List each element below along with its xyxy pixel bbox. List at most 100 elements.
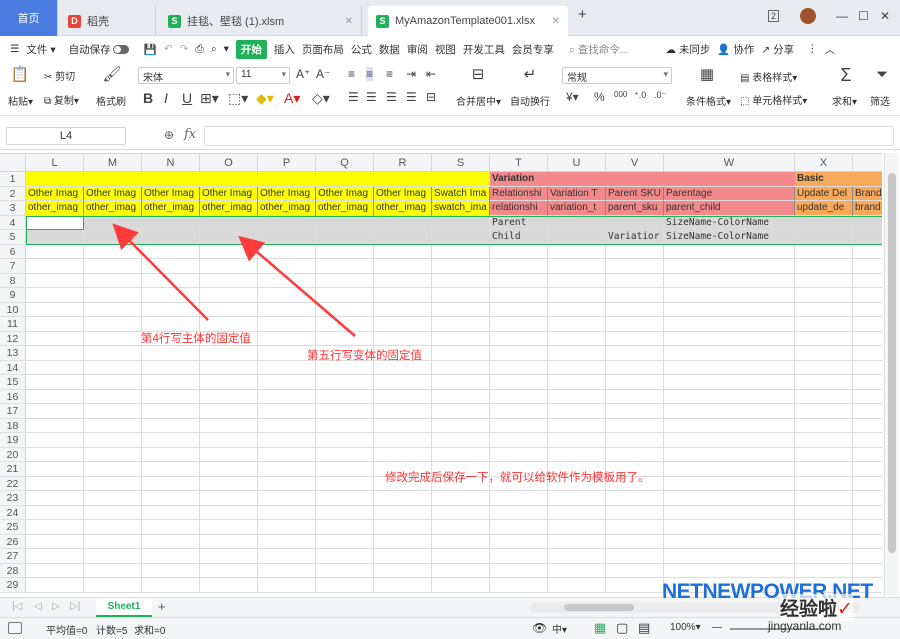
cell[interactable] [84, 578, 142, 593]
cell[interactable] [142, 273, 200, 288]
cell[interactable] [200, 375, 258, 390]
cell[interactable]: Variatior [606, 230, 664, 245]
cell[interactable] [26, 476, 84, 491]
row-header[interactable]: 12 [0, 331, 26, 346]
thousands-button[interactable]: 000 [614, 90, 627, 99]
cell[interactable] [548, 288, 606, 303]
cell[interactable] [853, 390, 882, 404]
align-right-icon[interactable]: ☰ [386, 90, 397, 104]
indent-icon[interactable]: ⇥ [406, 67, 416, 81]
cell[interactable] [548, 549, 606, 564]
cell[interactable] [490, 491, 548, 506]
cell[interactable] [664, 346, 795, 361]
cell[interactable] [853, 259, 882, 274]
next-sheet-icon[interactable]: ▷ [52, 601, 60, 612]
cell[interactable]: other_imag [258, 201, 316, 216]
cell[interactable] [142, 534, 200, 549]
cell[interactable] [606, 302, 664, 317]
cell[interactable] [795, 476, 853, 491]
justify-icon[interactable]: ☰ [406, 90, 417, 104]
cell[interactable] [84, 563, 142, 578]
cell[interactable] [374, 505, 432, 520]
cell[interactable] [258, 462, 316, 477]
cell[interactable] [606, 244, 664, 259]
cell[interactable] [142, 418, 200, 433]
increase-decimal-icon[interactable]: ⁺.0 [634, 90, 646, 101]
cell[interactable] [795, 534, 853, 549]
row-header[interactable]: 2 [0, 186, 26, 201]
cell[interactable] [432, 549, 490, 564]
name-box[interactable]: L4 [6, 127, 126, 145]
cell[interactable] [606, 404, 664, 419]
cell[interactable] [26, 578, 84, 593]
merge-center-icon[interactable]: ⊟ [468, 65, 488, 85]
cell[interactable] [490, 549, 548, 564]
cell[interactable] [432, 302, 490, 317]
column-header[interactable]: O [200, 154, 258, 172]
bold-button[interactable]: B [143, 90, 153, 106]
cell[interactable] [664, 433, 795, 448]
cell[interactable] [664, 491, 795, 506]
cell[interactable] [606, 360, 664, 375]
unsync-button[interactable]: ☁ 未同步 [665, 42, 710, 57]
cell[interactable] [664, 476, 795, 491]
cell[interactable] [26, 244, 84, 259]
cell[interactable] [853, 375, 882, 390]
cell[interactable] [853, 245, 882, 259]
cell[interactable] [795, 491, 853, 506]
conditional-format-button[interactable]: 条件格式▾ [686, 93, 731, 108]
row-header[interactable]: 26 [0, 534, 26, 549]
cell[interactable] [26, 331, 84, 346]
cell[interactable] [200, 346, 258, 361]
cell[interactable] [374, 375, 432, 390]
cell[interactable] [142, 433, 200, 448]
cell[interactable] [432, 447, 490, 462]
cell[interactable] [664, 288, 795, 303]
formula-input[interactable] [204, 126, 894, 146]
cell[interactable] [84, 317, 142, 332]
cell[interactable] [200, 302, 258, 317]
row-header[interactable]: 23 [0, 491, 26, 506]
cell[interactable] [316, 230, 374, 245]
language-icon[interactable]: 中▾ [552, 621, 567, 636]
cell[interactable] [853, 404, 882, 419]
cell[interactable] [26, 172, 84, 187]
cell[interactable] [853, 230, 882, 245]
cell[interactable] [84, 491, 142, 506]
cell[interactable] [548, 317, 606, 332]
menu-formula[interactable]: 公式 [351, 42, 372, 57]
cell[interactable]: SizeName-ColorName [664, 215, 795, 230]
cell[interactable] [258, 578, 316, 593]
align-left-icon[interactable]: ☰ [348, 90, 359, 104]
prev-sheet-icon[interactable]: ◁ [34, 601, 42, 612]
cell[interactable] [490, 375, 548, 390]
cell[interactable] [432, 578, 490, 593]
cell[interactable] [200, 404, 258, 419]
redo-icon[interactable]: ↷ [180, 43, 189, 55]
cell[interactable] [142, 346, 200, 361]
cell[interactable] [200, 433, 258, 448]
cell[interactable] [490, 346, 548, 361]
cell[interactable] [853, 361, 882, 375]
cell[interactable] [84, 462, 142, 477]
zoom-icon[interactable]: ⊕ [164, 128, 174, 142]
column-header[interactable]: R [374, 154, 432, 172]
copy-button[interactable]: ⧉ 复制▾ [44, 92, 79, 107]
column-header[interactable] [853, 154, 882, 172]
cell[interactable]: Child [490, 230, 548, 245]
cell[interactable] [374, 433, 432, 448]
cell[interactable] [853, 346, 882, 361]
cell[interactable] [664, 259, 795, 274]
cell[interactable] [374, 549, 432, 564]
cell[interactable] [316, 447, 374, 462]
fill-color-icon[interactable]: ◆▾ [256, 90, 274, 107]
share-button[interactable]: ↗ 分享 [761, 42, 794, 57]
cell[interactable] [490, 534, 548, 549]
cell[interactable] [84, 331, 142, 346]
row-header[interactable]: 28 [0, 563, 26, 578]
cell[interactable] [853, 549, 882, 564]
cell[interactable] [490, 302, 548, 317]
cell[interactable] [316, 259, 374, 274]
cell[interactable]: Swatch Ima [432, 186, 490, 201]
cell[interactable] [258, 331, 316, 346]
